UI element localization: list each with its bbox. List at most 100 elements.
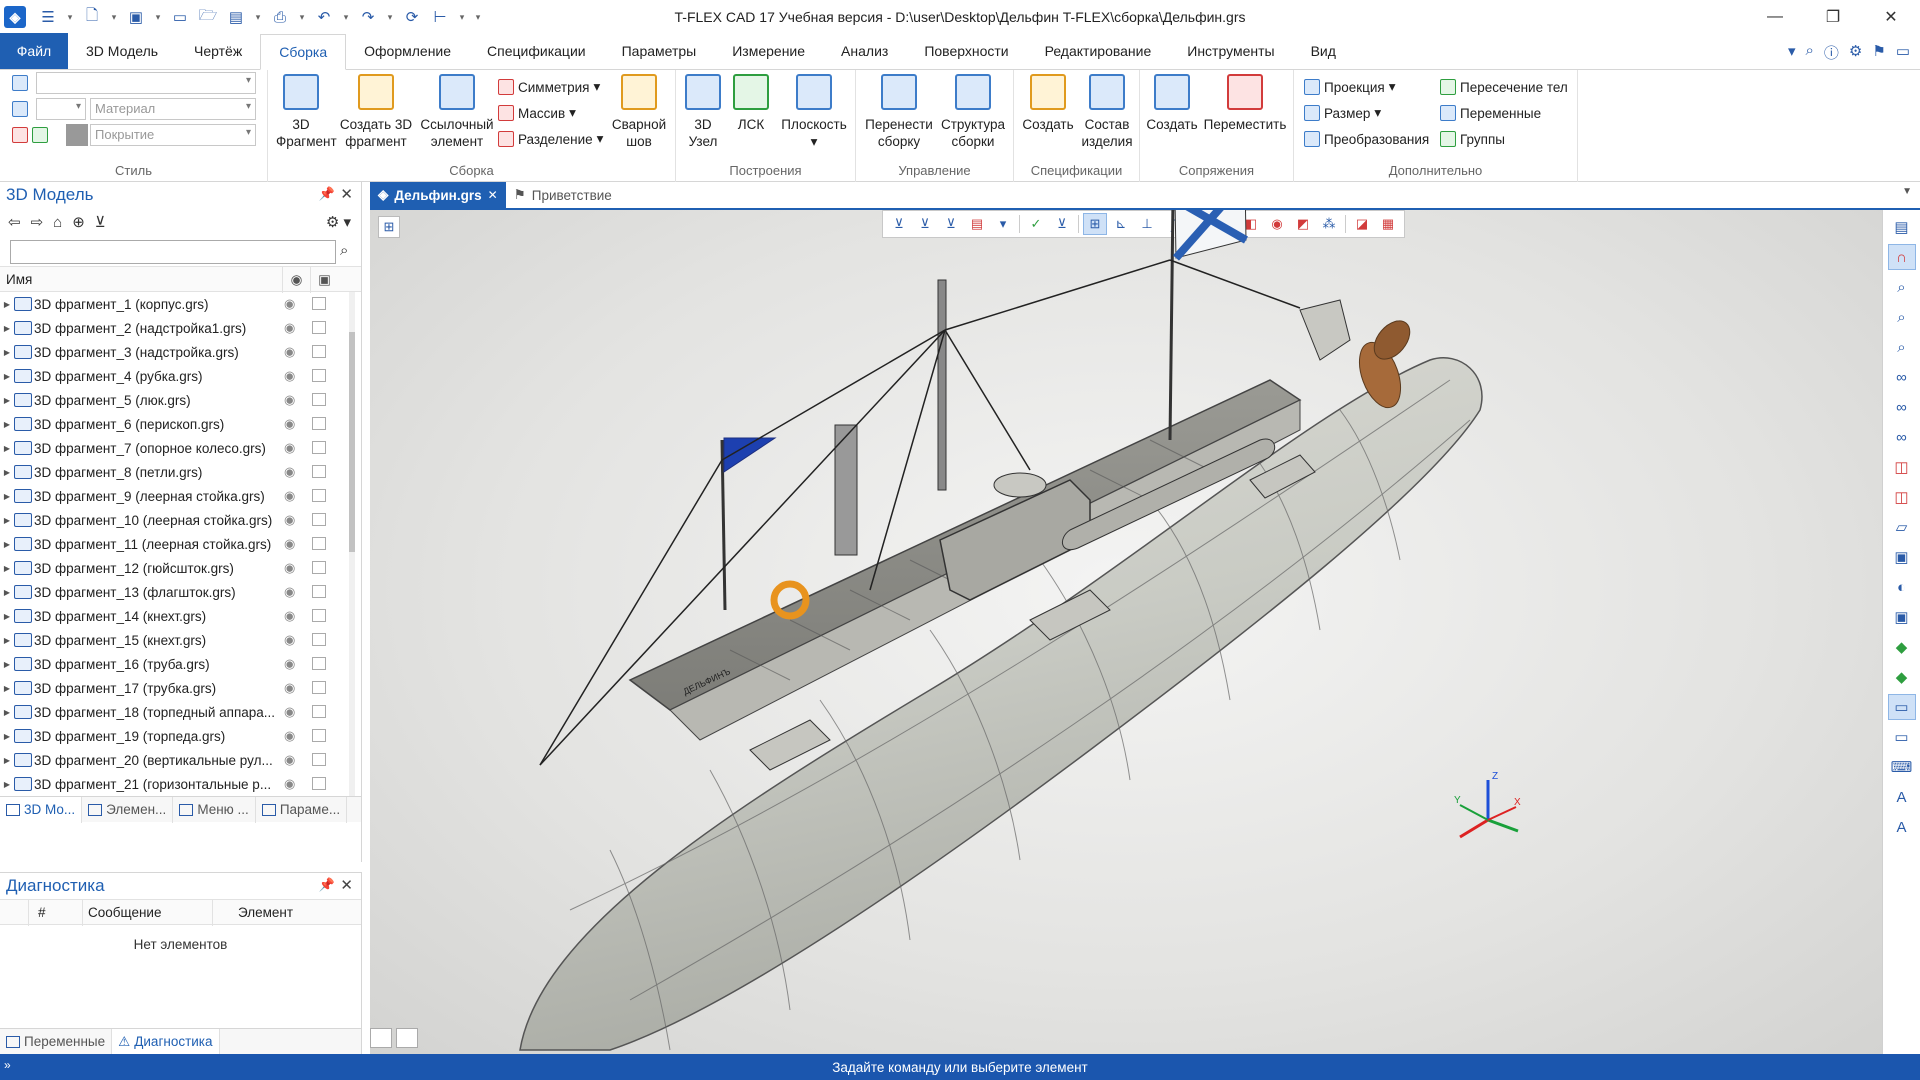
expand-icon[interactable]: ▶ (0, 348, 14, 357)
layer-icon[interactable] (312, 321, 326, 334)
expand-icon[interactable]: ▶ (0, 588, 14, 597)
status-arrow-icon[interactable]: » (4, 1058, 11, 1072)
window-search-icon[interactable]: ⌕ (1805, 42, 1813, 63)
ribbon-collapse-icon[interactable]: ▾ (1788, 42, 1796, 63)
tab-formatting[interactable]: Оформление (346, 33, 469, 69)
window-icon[interactable]: ▭ (168, 5, 192, 29)
visibility-icon[interactable]: ◉ (284, 416, 295, 432)
close-tab-icon[interactable]: ✕ (488, 188, 498, 202)
tree-row[interactable]: ▶ 3D фрагмент_6 (перископ.grs) ◉ (0, 412, 361, 436)
move-assembly-button[interactable]: Перенести сборку (864, 74, 934, 150)
tree-row[interactable]: ▶ 3D фрагмент_4 (рубка.grs) ◉ (0, 364, 361, 388)
app-logo-icon[interactable]: ◈ (4, 6, 26, 28)
expand-icon[interactable]: ▶ (0, 564, 14, 573)
groups-button[interactable]: Группы (1440, 128, 1505, 150)
visibility-icon[interactable]: ◉ (284, 392, 295, 408)
mate-create-button[interactable]: Создать (1144, 74, 1200, 133)
layer-combo[interactable] (36, 98, 86, 120)
expand-icon[interactable]: ▶ (0, 516, 14, 525)
expand-icon[interactable]: ▶ (0, 612, 14, 621)
visibility-icon[interactable]: ◉ (284, 608, 295, 624)
visibility-icon[interactable]: ◉ (284, 704, 295, 720)
expand-icon[interactable]: ▶ (0, 756, 14, 765)
view-plane-icon[interactable]: ▱ (1888, 514, 1916, 540)
close-icon[interactable]: ✕ (340, 876, 353, 894)
keyboard-icon[interactable]: ⌨ (1888, 754, 1916, 780)
split-button[interactable]: Разделение ▾ (498, 128, 603, 150)
section-2-icon[interactable]: ▭ (1888, 724, 1916, 750)
render-cube-icon[interactable]: ◆ (1888, 664, 1916, 690)
magnet-icon[interactable]: ∩ (1887, 244, 1916, 270)
view-cube-2-icon[interactable]: ◫ (1888, 484, 1916, 510)
layer-icon[interactable] (312, 465, 326, 478)
coating-combo[interactable]: Покрытие (90, 124, 256, 146)
tree-row[interactable]: ▶ 3D фрагмент_19 (торпеда.grs) ◉ (0, 724, 361, 748)
home-icon[interactable]: ⌂ (53, 214, 62, 231)
visibility-icon[interactable]: ◉ (284, 536, 295, 552)
bottom-tab-menu[interactable]: Меню ... (173, 796, 256, 823)
open-folder-icon[interactable]: 🗁 (196, 5, 220, 29)
pin-icon[interactable]: 📌 (319, 877, 335, 893)
regenerate-icon[interactable]: ⟳ (400, 5, 424, 29)
weld-button[interactable]: Сварной шов (608, 74, 670, 150)
column-element-header[interactable]: Элемент (238, 905, 293, 920)
chevron-down-icon[interactable]: ▾ (384, 5, 396, 29)
layer-icon[interactable] (312, 609, 326, 622)
shaded-cube-icon[interactable]: ◆ (1888, 634, 1916, 660)
bottom-tab-3d-model[interactable]: 3D Мо... (0, 796, 83, 823)
layer-icon[interactable] (312, 585, 326, 598)
layer-icon[interactable] (312, 729, 326, 742)
filter-icon[interactable]: ⊻ (95, 213, 106, 231)
tab-surfaces[interactable]: Поверхности (906, 33, 1026, 69)
tab-assembly[interactable]: Сборка (260, 34, 347, 70)
tree-row[interactable]: ▶ 3D фрагмент_11 (леерная стойка.grs) ◉ (0, 532, 361, 556)
visibility-icon[interactable]: ◉ (284, 488, 295, 504)
tree-row[interactable]: ▶ 3D фрагмент_5 (люк.grs) ◉ (0, 388, 361, 412)
tree-row[interactable]: ▶ 3D фрагмент_13 (флагшток.grs) ◉ (0, 580, 361, 604)
layer-icon[interactable] (312, 681, 326, 694)
tree-row[interactable]: ▶ 3D фрагмент_15 (кнехт.grs) ◉ (0, 628, 361, 652)
visibility-icon[interactable]: ◉ (284, 680, 295, 696)
flag-icon[interactable]: ⚑ (1872, 42, 1885, 63)
customize-icon[interactable]: ▾ (472, 5, 484, 29)
style-icon[interactable] (12, 72, 28, 94)
bottom-tab-variables[interactable]: Переменные (0, 1028, 113, 1055)
color-swatch[interactable] (66, 124, 88, 146)
layer-column-icon[interactable]: ▣ (310, 267, 338, 293)
visibility-icon[interactable]: ◉ (284, 728, 295, 744)
text-2-icon[interactable]: A (1888, 814, 1916, 840)
bottom-tab-elements[interactable]: Элемен... (82, 796, 174, 823)
paint-icon[interactable] (12, 124, 48, 146)
chevron-down-icon[interactable]: ▾ (152, 5, 164, 29)
tree-settings-icon[interactable]: ⚙ ▾ (326, 213, 351, 231)
mate-move-button[interactable]: Переместить (1202, 74, 1288, 133)
tree-row[interactable]: ▶ 3D фрагмент_1 (корпус.grs) ◉ (0, 292, 361, 316)
tab-file[interactable]: Файл (0, 33, 68, 69)
chevron-down-icon[interactable]: ▾ (456, 5, 468, 29)
layer-icon[interactable] (312, 537, 326, 550)
column-message-header[interactable]: Сообщение (88, 905, 161, 920)
expand-icon[interactable]: ▶ (0, 444, 14, 453)
cube-yellow-icon[interactable]: ▣ (1888, 604, 1916, 630)
visibility-icon[interactable]: ◉ (284, 584, 295, 600)
projection-button[interactable]: Проекция ▾ (1304, 76, 1396, 98)
text-icon[interactable]: A (1888, 784, 1916, 810)
assembly-structure-button[interactable]: Структура сборки (936, 74, 1010, 150)
layer-icon[interactable] (312, 489, 326, 502)
tree-row[interactable]: ▶ 3D фрагмент_12 (гюйсшток.grs) ◉ (0, 556, 361, 580)
undo-icon[interactable]: ↶ (312, 5, 336, 29)
bottom-tab-diagnostics[interactable]: ⚠ Диагностика (112, 1028, 220, 1055)
layer-icon[interactable] (312, 393, 326, 406)
material-combo[interactable]: Материал (90, 98, 256, 120)
tabs-menu-icon[interactable]: ▼ (1902, 186, 1912, 197)
sphere-icon[interactable]: ◐ (1888, 574, 1916, 600)
tab-specifications[interactable]: Спецификации (469, 33, 604, 69)
zoom-fit-icon[interactable]: ⌕ (1888, 334, 1916, 360)
measure-icon[interactable]: ⊢ (428, 5, 452, 29)
layer-icon[interactable] (312, 561, 326, 574)
layer-icon[interactable] (312, 777, 326, 790)
close-icon[interactable]: ✕ (340, 185, 353, 203)
tab-tools[interactable]: Инструменты (1169, 33, 1292, 69)
link-element-button[interactable]: Ссылочный элемент (416, 74, 498, 150)
create-3d-fragment-button[interactable]: Создать 3D фрагмент (336, 74, 416, 150)
